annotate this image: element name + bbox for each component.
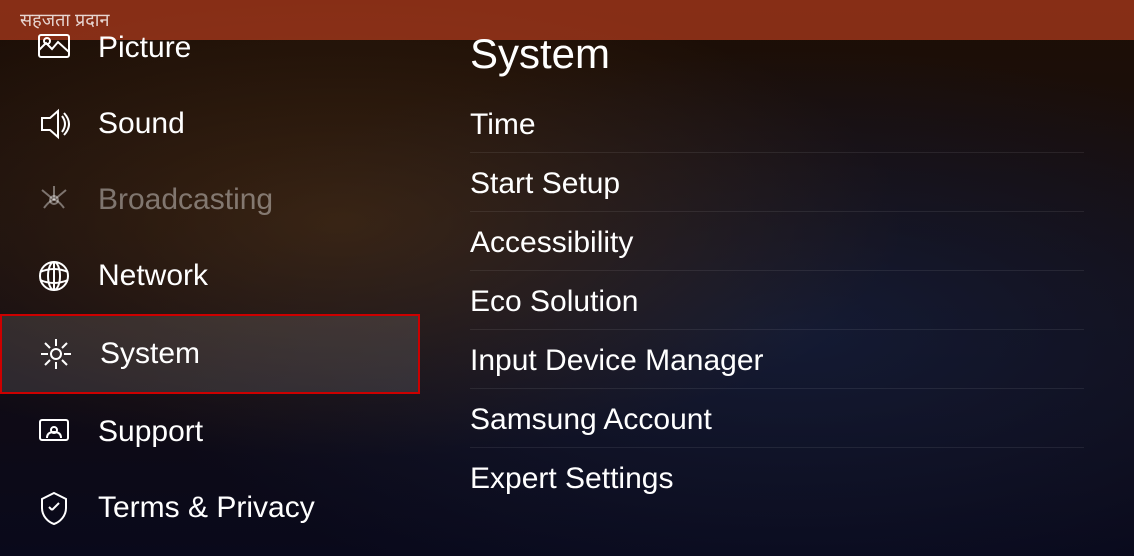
sound-icon bbox=[30, 100, 78, 148]
menu-item-start-setup[interactable]: Start Setup bbox=[470, 157, 1084, 212]
broadcasting-icon bbox=[30, 176, 78, 224]
sidebar-label-sound: Sound bbox=[98, 107, 185, 141]
support-icon bbox=[30, 408, 78, 456]
right-panel: System Time Start Setup Accessibility Ec… bbox=[420, 0, 1134, 556]
sidebar-item-sound[interactable]: Sound bbox=[0, 86, 420, 162]
panel-title: System bbox=[470, 30, 1084, 78]
sidebar-item-system[interactable]: System bbox=[0, 314, 420, 394]
sidebar-item-terms[interactable]: Terms & Privacy bbox=[0, 470, 420, 546]
menu-item-expert-settings[interactable]: Expert Settings bbox=[470, 452, 1084, 506]
sidebar-item-broadcasting[interactable]: Broadcasting bbox=[0, 162, 420, 238]
sidebar-item-network[interactable]: Network bbox=[0, 238, 420, 314]
sidebar-label-picture: Picture bbox=[98, 31, 191, 65]
sidebar-item-picture[interactable]: Picture bbox=[0, 10, 420, 86]
menu-item-input-device-manager[interactable]: Input Device Manager bbox=[470, 334, 1084, 389]
system-icon bbox=[32, 330, 80, 378]
picture-icon bbox=[30, 24, 78, 72]
menu-item-eco-solution[interactable]: Eco Solution bbox=[470, 275, 1084, 330]
sidebar-label-terms: Terms & Privacy bbox=[98, 491, 315, 525]
menu-item-accessibility[interactable]: Accessibility bbox=[470, 216, 1084, 271]
sidebar-item-support[interactable]: Support bbox=[0, 394, 420, 470]
sidebar: Picture Sound Broadcasting bbox=[0, 0, 420, 556]
system-menu-list: Time Start Setup Accessibility Eco Solut… bbox=[470, 98, 1084, 506]
menu-item-samsung-account[interactable]: Samsung Account bbox=[470, 393, 1084, 448]
sidebar-label-support: Support bbox=[98, 415, 203, 449]
menu-item-time[interactable]: Time bbox=[470, 98, 1084, 153]
sidebar-label-network: Network bbox=[98, 259, 208, 293]
sidebar-label-system: System bbox=[100, 337, 200, 371]
sidebar-label-broadcasting: Broadcasting bbox=[98, 183, 273, 217]
terms-icon bbox=[30, 484, 78, 532]
network-icon bbox=[30, 252, 78, 300]
